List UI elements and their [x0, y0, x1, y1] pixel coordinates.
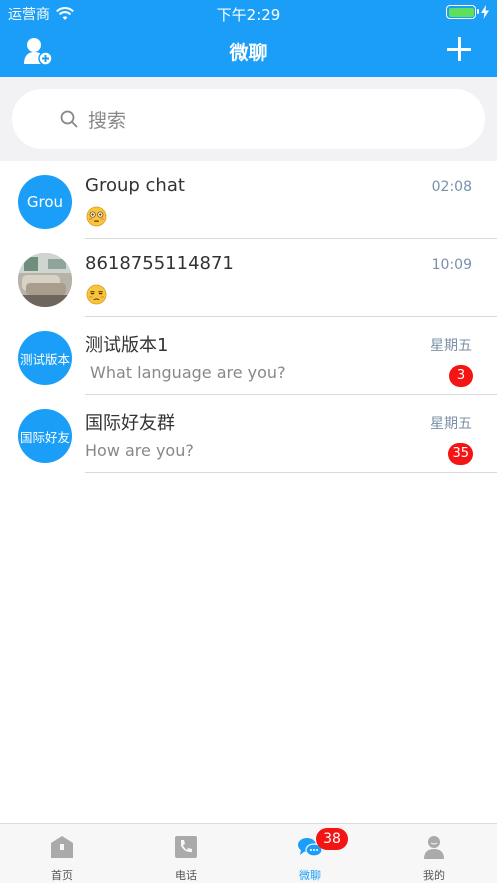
conversation-time: 10:09 — [431, 257, 472, 273]
conversation-list: Grou Group chat 02:08 8618755114871 10:0… — [0, 161, 497, 473]
tab-home[interactable]: 首页 — [0, 824, 124, 883]
status-time: 下午2:29 — [216, 6, 281, 24]
tab-label: 微聊 — [299, 869, 321, 882]
nav-bar: 微聊 — [0, 26, 497, 77]
profile-icon — [424, 836, 444, 859]
conversation-time: 星期五 — [430, 338, 472, 354]
home-icon — [51, 836, 73, 858]
search-input[interactable]: 搜索 — [12, 89, 485, 149]
tab-label: 我的 — [423, 869, 445, 882]
chat-list-screen: 运营商 下午2:29 微聊 搜索 Grou Group chat 02:08 8… — [0, 0, 497, 883]
unread-badge: 35 — [448, 443, 473, 465]
conversation-row[interactable]: 8618755114871 10:09 — [0, 239, 497, 317]
unamused-face-icon — [86, 284, 107, 305]
battery-icon — [446, 5, 479, 19]
tab-chat[interactable]: 38 微聊 — [248, 824, 372, 883]
plus-icon[interactable] — [447, 37, 471, 61]
room-photo-icon — [18, 253, 72, 307]
charging-bolt-icon — [481, 5, 489, 19]
conversation-name: 国际好友群 — [85, 413, 175, 434]
tab-badge: 38 — [316, 828, 348, 850]
tab-profile[interactable]: 我的 — [372, 824, 496, 883]
conversation-name: 8618755114871 — [85, 253, 234, 274]
search-icon — [60, 110, 78, 128]
tab-phone[interactable]: 电话 — [124, 824, 248, 883]
avatar-photo — [18, 253, 72, 307]
conversation-row[interactable]: Grou Group chat 02:08 — [0, 161, 497, 239]
tab-bar: 首页 电话 38 微聊 我的 — [0, 823, 497, 883]
tab-label: 首页 — [51, 869, 73, 882]
avatar: 测试版本 — [18, 331, 72, 385]
avatar: Grou — [18, 175, 72, 229]
phone-icon — [175, 836, 197, 858]
avatar: 国际好友 — [18, 409, 72, 463]
page-title: 微聊 — [229, 42, 268, 64]
conversation-time: 02:08 — [431, 179, 472, 195]
tab-label: 电话 — [175, 869, 197, 882]
conversation-time: 星期五 — [430, 416, 472, 432]
search-placeholder: 搜索 — [88, 110, 127, 132]
row-divider — [85, 472, 497, 473]
conversation-row[interactable]: 测试版本 测试版本1 星期五 What language are you? 3 — [0, 317, 497, 395]
message-preview: How are you? — [85, 441, 194, 460]
flushed-face-icon — [86, 206, 107, 227]
status-right-group — [446, 5, 489, 19]
status-bar: 运营商 下午2:29 — [0, 0, 497, 26]
message-preview: What language are you? — [90, 363, 286, 382]
top-bar: 运营商 下午2:29 微聊 — [0, 0, 497, 77]
unread-badge: 3 — [449, 365, 473, 387]
conversation-row[interactable]: 国际好友 国际好友群 星期五 How are you? 35 — [0, 395, 497, 473]
search-area: 搜索 — [0, 77, 497, 161]
conversation-name: 测试版本1 — [85, 335, 169, 356]
conversation-name: Group chat — [85, 175, 185, 196]
